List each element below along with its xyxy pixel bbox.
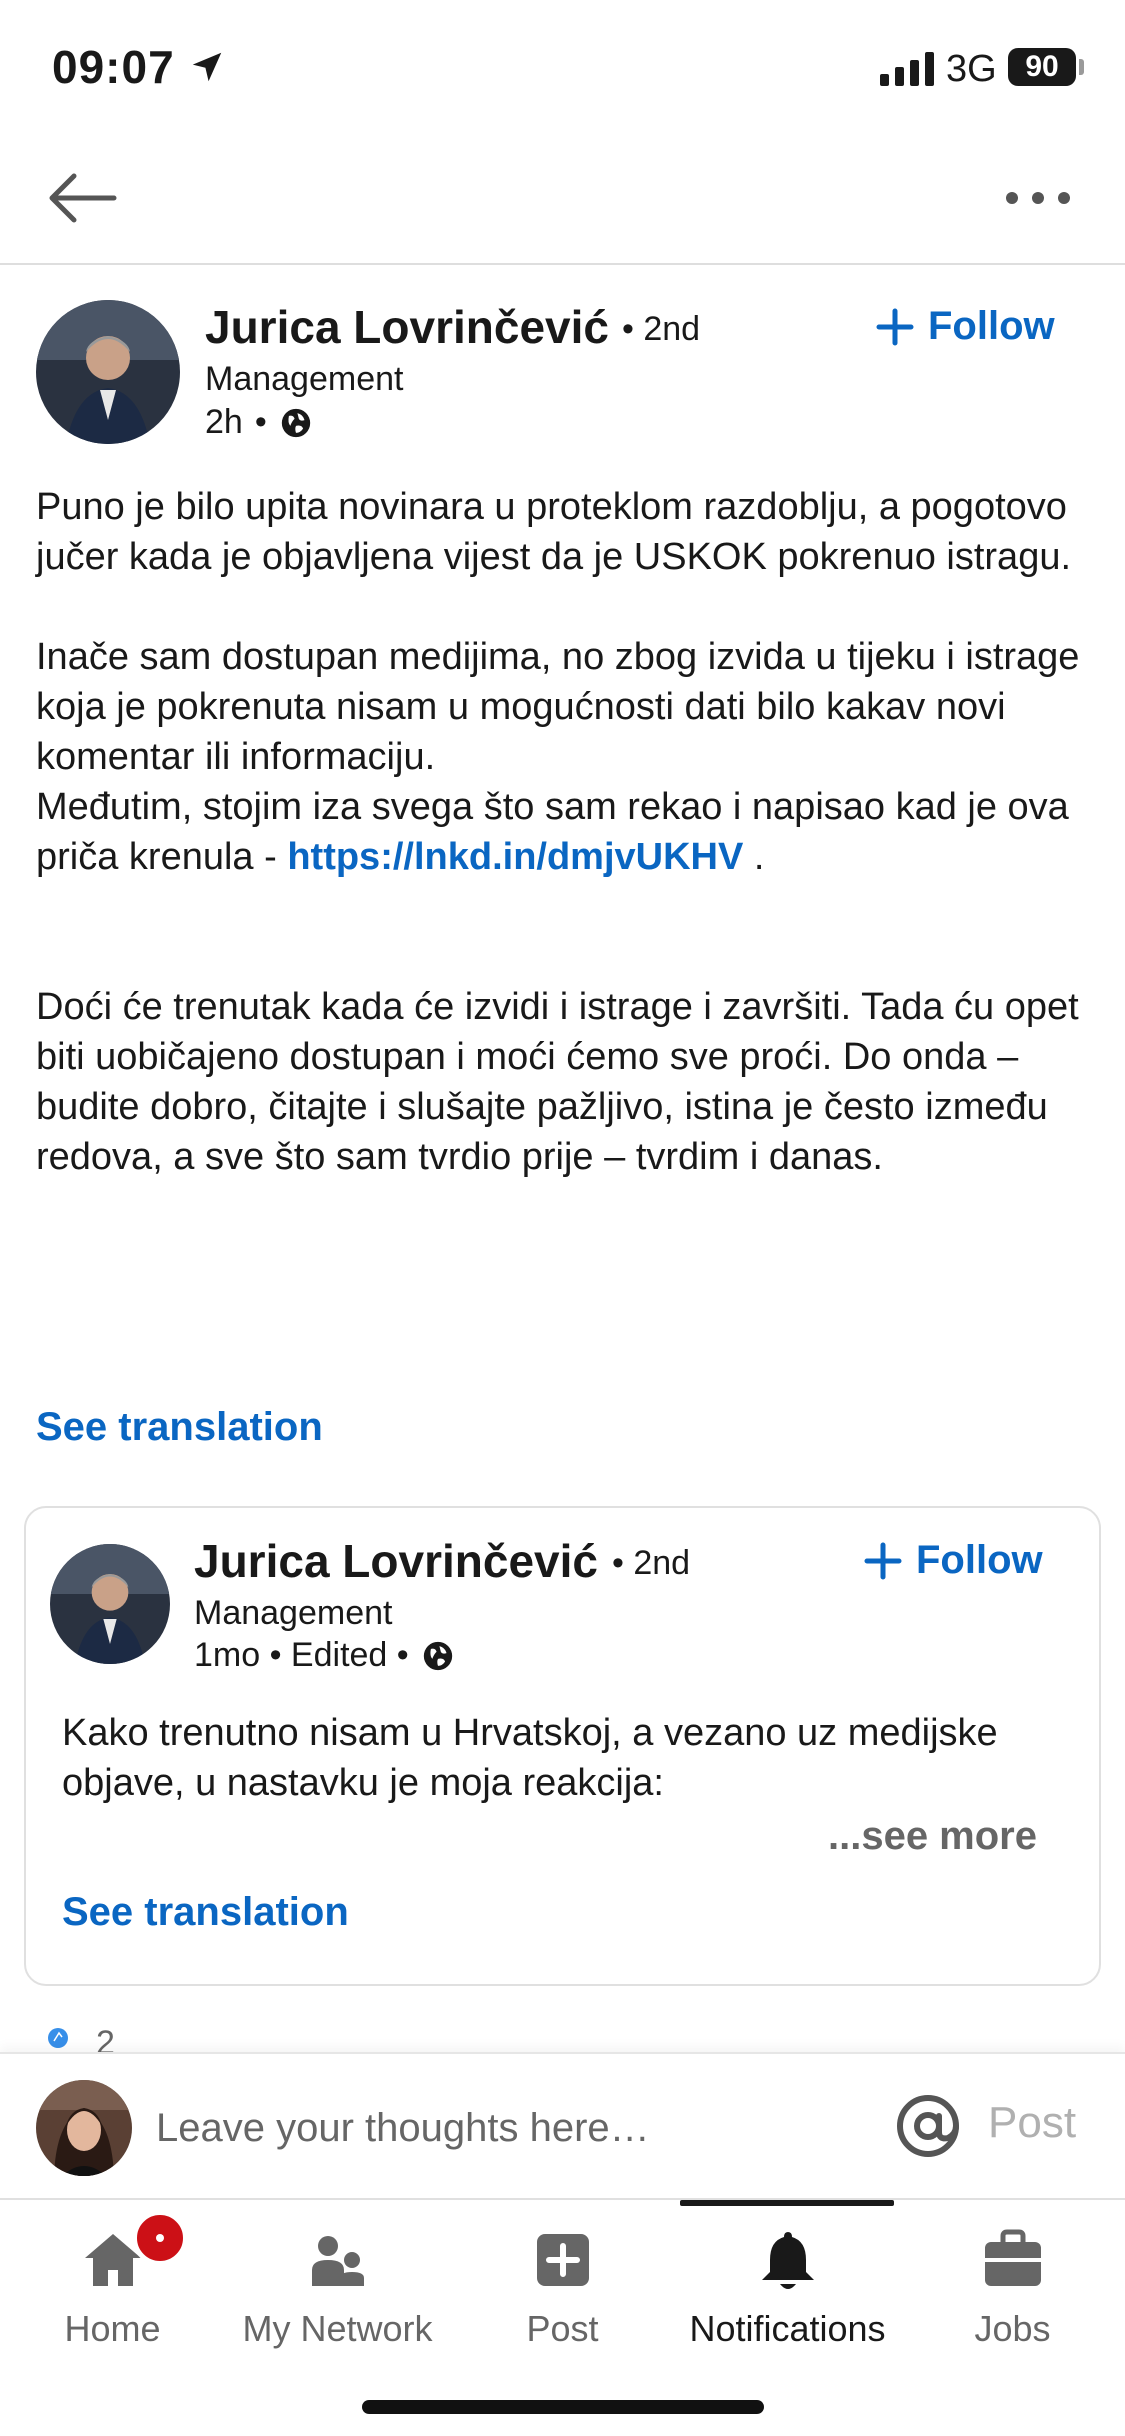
shared-author-name[interactable]: Jurica Lovrinčević [194,1534,598,1588]
plus-icon [864,1542,902,1579]
nav-jobs[interactable]: Jobs [900,2200,1125,2360]
notification-badge [132,2210,188,2266]
post-paragraph-1: Puno je bilo upita novinara u proteklom … [36,486,1078,578]
nav-post[interactable]: Post [450,2200,675,2360]
nav-my-network-label: My Network [242,2308,433,2349]
author-headline: Management [205,360,404,398]
author-avatar[interactable] [36,300,180,444]
post-paragraph-3-end: . [743,836,765,878]
shared-author-avatar[interactable] [50,1544,170,1664]
follow-button[interactable]: Follow [876,304,1055,349]
viewer-photo [36,2080,132,2176]
author-photo [36,300,180,444]
status-time: 09:07 [52,41,175,93]
nav-post-label: Post [526,2308,599,2349]
shared-connection-degree: • 2nd [612,1544,691,1582]
comment-input[interactable] [156,2100,856,2156]
shared-post-meta: 1mo • Edited • [194,1636,455,1675]
home-indicator[interactable] [362,2400,764,2414]
shared-post-card[interactable]: Jurica Lovrinčević • 2nd Management 1mo … [24,1506,1101,1986]
nav-home[interactable]: Home [0,2200,225,2360]
shared-follow-label: Follow [916,1538,1043,1582]
see-translation-link[interactable]: See translation [36,1405,323,1450]
post-body: Puno je bilo upita novinara u proteklom … [36,482,1096,1182]
shared-post-body: Kako trenutno nisam u Hrvatskoj, a vezan… [62,1712,998,1804]
plus-icon [876,308,914,345]
nav-notifications-label: Notifications [689,2308,886,2349]
network-icon [311,2236,364,2286]
cellular-signal-icon [880,52,934,86]
nav-jobs-label: Jobs [974,2308,1051,2349]
author-name[interactable]: Jurica Lovrinčević [205,300,609,354]
nav-home-label: Home [64,2308,161,2349]
location-arrow-icon [192,52,222,82]
jobs-icon [984,2229,1041,2286]
post-paragraph-4: Doći će trenutak kada će izvidi i istrag… [36,986,1090,1178]
post-link[interactable]: https://lnkd.in/dmjvUKHV [287,836,743,878]
top-navigation [0,130,1125,265]
shared-author-headline: Management [194,1594,393,1632]
shared-follow-button[interactable]: Follow [864,1538,1043,1583]
status-bar: 09:07 3G 90 [0,0,1125,130]
mention-icon[interactable] [892,2090,964,2162]
meta-separator: • [254,403,267,441]
shared-see-translation-link[interactable]: See translation [62,1890,349,1935]
see-more-link[interactable]: ...see more [828,1814,1037,1859]
connection-degree: • 2nd [622,310,701,348]
viewer-avatar[interactable] [36,2080,132,2176]
post-comment-button[interactable]: Post [988,2098,1076,2148]
post-icon [536,2234,589,2286]
post-detail-screen: 09:07 3G 90 Jurica Lovrinčević • 2nd Man… [0,0,1125,2436]
reaction-icon[interactable] [36,2026,84,2050]
nav-my-network[interactable]: My Network [225,2200,450,2360]
shared-author-photo [50,1544,170,1664]
shared-post-time: 1mo • Edited • [194,1636,409,1674]
follow-label: Follow [928,304,1055,348]
post-meta: 2h • [205,403,313,442]
reaction-count[interactable]: 2 [96,2024,115,2052]
back-arrow-icon[interactable] [44,170,120,226]
globe-icon [423,1641,452,1670]
battery-icon: 90 [1008,48,1076,86]
post-time: 2h [205,403,243,441]
network-type: 3G [946,48,997,90]
nav-notifications[interactable]: Notifications [675,2200,900,2360]
bell-icon [761,2232,814,2289]
comment-bar: Post [0,2052,1125,2198]
more-options-icon[interactable] [1000,182,1076,214]
battery-tip [1079,59,1084,75]
globe-icon [281,408,310,437]
post-paragraph-2: Inače sam dostupan medijima, no zbog izv… [36,636,1091,778]
battery-level: 90 [1025,50,1059,83]
